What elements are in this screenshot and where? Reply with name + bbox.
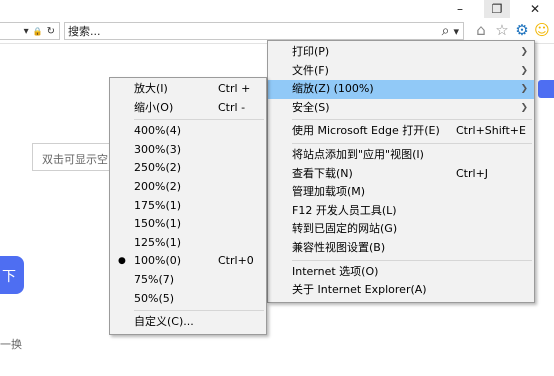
tools-menu: 打印(P) ❯ 文件(F) ❯ 缩放(Z) (100%) ❯ 安全(S) ❯ 使用 Micros… [267, 40, 535, 303]
menu-item-label: 将站点添加到"应用"视图(I) [292, 147, 424, 161]
restore-icon: ❐ [491, 2, 503, 16]
minimize-icon: – [457, 2, 463, 16]
submenu-arrow-icon: ❯ [520, 102, 528, 113]
menu-item-label: Internet 选项(O) [292, 264, 379, 278]
close-icon: ✕ [529, 2, 541, 16]
refresh-icon[interactable]: ↻ [47, 26, 55, 37]
zoom-menu-item-10[interactable]: ● 100%(0) Ctrl+0 [110, 252, 266, 271]
menu-item-label: 放大(I) [134, 82, 168, 95]
menu-item-label: 使用 Microsoft Edge 打开(E) [292, 124, 440, 138]
zoom-menu-item-4[interactable]: 300%(3) [110, 141, 266, 160]
menu-item-label: 自定义(C)... [134, 315, 194, 329]
zoom-menu-item-14[interactable]: 自定义(C)... [110, 313, 266, 332]
menu-item-label: 文件(F) [292, 63, 329, 77]
favorites-icon[interactable]: ☆ [493, 20, 511, 40]
search-dropdown-icon[interactable]: ▾ [453, 25, 459, 38]
zoom-menu-item-3[interactable]: 400%(4) [110, 122, 266, 141]
menu-separator [134, 119, 264, 121]
submenu-arrow-icon: ❯ [520, 47, 528, 57]
menu-item-label: 175%(1) [134, 198, 182, 212]
home-icon[interactable]: ⌂ [472, 20, 490, 40]
menu-item-shortcut: Ctrl+Shift+E [456, 124, 526, 138]
smiley-icon[interactable]: ☺ [533, 20, 551, 40]
menu-item-label: 75%(7) [134, 272, 175, 286]
menu-item-label: 200%(2) [134, 179, 182, 193]
menu-item-label: 400%(4) [134, 124, 182, 138]
zoom-menu-item-8[interactable]: 150%(1) [110, 215, 266, 234]
address-bar[interactable]: ▾ 🔒 ↻ [0, 22, 60, 40]
close-button[interactable]: ✕ [522, 0, 548, 18]
menu-item-label: 250%(2) [134, 161, 182, 175]
menu-item-label: 缩放(Z) (100%) [292, 82, 374, 96]
menu-item-shortcut: Ctrl+0 [218, 254, 254, 268]
tools-menu-item-2[interactable]: 缩放(Z) (100%) ❯ [268, 80, 534, 99]
zoom-submenu: 放大(I) Ctrl + 缩小(O) Ctrl - 400%(4) 300%(3) 250%… [109, 77, 267, 335]
zoom-menu-item-9[interactable]: 125%(1) [110, 234, 266, 253]
address-dropdown-icon[interactable]: ▾ [24, 26, 29, 37]
menu-item-shortcut: Ctrl+J [456, 166, 489, 180]
tools-menu-item-11[interactable]: 转到已固定的网站(G) [268, 220, 534, 239]
menu-separator [292, 259, 532, 261]
menu-item-label: F12 开发人员工具(L) [292, 203, 397, 217]
menu-item-label: 50%(5) [134, 291, 175, 305]
menu-separator [292, 119, 532, 121]
tools-menu-item-10[interactable]: F12 开发人员工具(L) [268, 202, 534, 221]
tools-menu-item-12[interactable]: 兼容性视图设置(B) [268, 239, 534, 258]
lock-icon[interactable]: 🔒 [33, 27, 43, 36]
menu-item-label: 300%(3) [134, 142, 182, 156]
search-tools: ⌕ ▾ [442, 23, 459, 39]
search-input[interactable] [68, 24, 408, 38]
zoom-menu-item-1[interactable]: 缩小(O) Ctrl - [110, 99, 266, 118]
page-search-button[interactable]: 下 [0, 256, 24, 294]
selected-bullet-icon: ● [118, 256, 126, 267]
menu-item-label: 缩小(O) [134, 100, 174, 114]
menu-item-label: 查看下载(N) [292, 166, 353, 180]
search-icon[interactable]: ⌕ [442, 23, 450, 39]
menu-separator [134, 310, 264, 312]
tools-menu-item-8[interactable]: 查看下载(N) Ctrl+J [268, 165, 534, 184]
menu-item-label: 100%(0) [134, 254, 182, 268]
tools-menu-item-14[interactable]: Internet 选项(O) [268, 263, 534, 282]
zoom-menu-item-6[interactable]: 200%(2) [110, 178, 266, 197]
tools-menu-item-1[interactable]: 文件(F) ❯ [268, 62, 534, 81]
menu-item-label: 打印(P) [292, 45, 330, 58]
menu-item-label: 兼容性视图设置(B) [292, 240, 386, 254]
menu-item-shortcut: Ctrl + [218, 82, 251, 95]
menu-item-label: 150%(1) [134, 217, 182, 231]
page-blue-button[interactable] [538, 80, 554, 98]
zoom-menu-item-0[interactable]: 放大(I) Ctrl + [110, 80, 266, 99]
gear-icon[interactable]: ⚙ [513, 20, 531, 40]
tools-menu-item-5[interactable]: 使用 Microsoft Edge 打开(E) Ctrl+Shift+E [268, 122, 534, 141]
menu-item-label: 转到已固定的网站(G) [292, 222, 398, 236]
zoom-menu-item-7[interactable]: 175%(1) [110, 197, 266, 216]
menu-item-label: 安全(S) [292, 100, 330, 114]
tools-menu-item-0[interactable]: 打印(P) ❯ [268, 43, 534, 62]
zoom-menu-item-11[interactable]: 75%(7) [110, 271, 266, 290]
submenu-arrow-icon: ❯ [520, 65, 528, 76]
menu-item-label: 125%(1) [134, 235, 182, 249]
submenu-arrow-icon: ❯ [520, 84, 528, 95]
page-change-link[interactable]: 一换 [0, 336, 22, 352]
search-box[interactable]: ⌕ ▾ [64, 22, 464, 40]
zoom-menu-item-12[interactable]: 50%(5) [110, 290, 266, 309]
minimize-button[interactable]: – [447, 0, 473, 18]
tools-menu-item-9[interactable]: 管理加载项(M) [268, 183, 534, 202]
tools-menu-item-7[interactable]: 将站点添加到"应用"视图(I) [268, 146, 534, 165]
browser-window: – ❐ ✕ ▾ 🔒 ↻ ⌕ ▾ ⌂ ☆ ⚙ ☺ 双击可显示空白 下 一换 打印(… [0, 0, 554, 376]
tools-menu-item-3[interactable]: 安全(S) ❯ [268, 99, 534, 118]
restore-button[interactable]: ❐ [484, 0, 510, 18]
zoom-menu-item-5[interactable]: 250%(2) [110, 159, 266, 178]
menu-separator [292, 142, 532, 144]
menu-item-label: 关于 Internet Explorer(A) [292, 283, 427, 297]
tools-menu-item-15[interactable]: 关于 Internet Explorer(A) [268, 281, 534, 300]
menu-item-shortcut: Ctrl - [218, 100, 246, 114]
menu-item-label: 管理加载项(M) [292, 185, 366, 199]
